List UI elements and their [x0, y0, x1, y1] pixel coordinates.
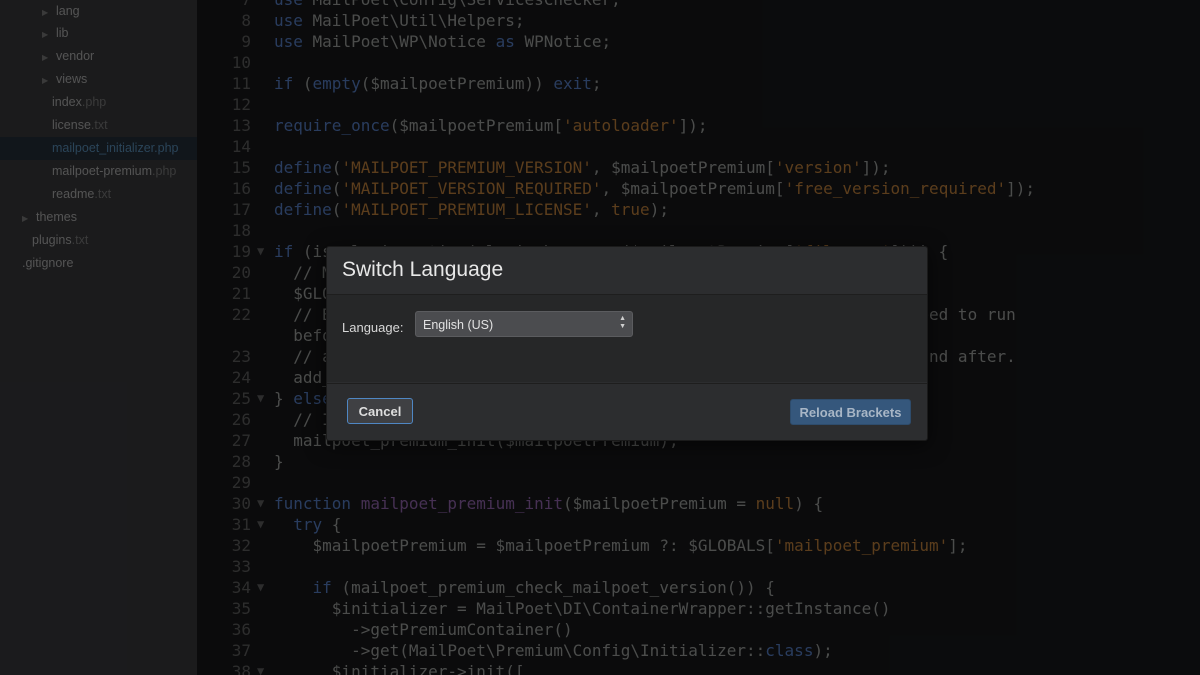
dialog-footer: Cancel Reload Brackets	[327, 383, 927, 441]
select-arrows-icon: ▲ ▼	[619, 315, 626, 330]
dialog-body: Language: English (US) ▲ ▼	[327, 295, 927, 382]
language-select[interactable]: English (US) ▲ ▼	[415, 311, 633, 337]
switch-language-dialog: Switch Language Language: English (US) ▲…	[326, 246, 928, 441]
reload-brackets-button[interactable]: Reload Brackets	[790, 399, 911, 425]
language-label: Language:	[342, 320, 404, 335]
dialog-title: Switch Language	[342, 258, 504, 281]
cancel-button[interactable]: Cancel	[347, 398, 413, 424]
language-select-value: English (US)	[423, 318, 494, 332]
dialog-header: Switch Language	[327, 247, 927, 295]
